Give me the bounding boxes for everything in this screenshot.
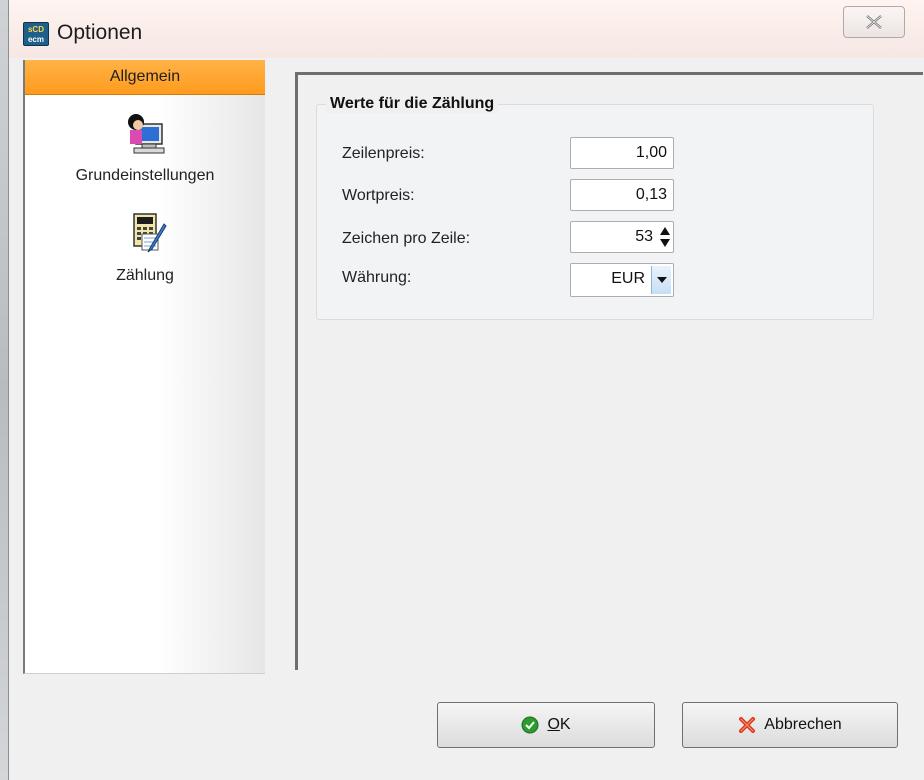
app-icon-text-top: sCD	[27, 25, 44, 34]
close-button[interactable]	[843, 6, 905, 38]
cancel-button[interactable]: Abbrechen	[682, 702, 898, 748]
ok-button[interactable]: OK	[437, 702, 655, 748]
nav-header-allgemein[interactable]: Allgemein	[25, 60, 265, 95]
options-dialog: sCD ecm Optionen Allgemein Grundeinstell…	[8, 0, 924, 780]
calculator-pen-icon	[133, 213, 167, 253]
waehrung-select[interactable]: EUR	[570, 263, 674, 297]
chevron-down-icon	[656, 277, 667, 283]
zeichen-value: 53	[635, 228, 653, 245]
wortpreis-input[interactable]: 0,13	[570, 179, 674, 211]
wortpreis-label: Wortpreis:	[342, 187, 415, 204]
nav-item-grundeinstellungen[interactable]: Grundeinstellungen	[25, 110, 265, 185]
ok-label-accelerator: O	[547, 716, 560, 733]
cancel-label: Abbrechen	[764, 716, 842, 733]
title-bar: sCD ecm Optionen	[9, 0, 924, 58]
zeichen-pro-zeile-stepper[interactable]: 53	[570, 221, 674, 253]
zeilenpreis-input[interactable]: 1,00	[570, 137, 674, 169]
ok-label: K	[559, 716, 571, 733]
background-strip	[0, 0, 8, 780]
dropdown-button[interactable]	[651, 266, 671, 294]
groupbox-title: Werte für die Zählung	[326, 95, 499, 113]
checkmark-icon	[521, 716, 539, 734]
zeichen-pro-zeile-label: Zeichen pro Zeile:	[342, 230, 471, 247]
nav-item-label: Grundeinstellungen	[75, 167, 215, 184]
wortpreis-value: 0,13	[635, 186, 667, 203]
window-title: Optionen	[57, 21, 143, 44]
spinner-arrows-icon[interactable]	[659, 225, 671, 249]
app-icon: sCD ecm	[23, 22, 49, 46]
nav-item-zaehlung[interactable]: Zählung	[25, 210, 265, 285]
zeilenpreis-value: 1,00	[635, 144, 667, 161]
user-computer-icon	[128, 114, 165, 154]
red-x-icon	[739, 717, 756, 733]
close-icon	[866, 15, 882, 29]
waehrung-label: Währung:	[342, 269, 412, 286]
waehrung-value: EUR	[611, 270, 645, 287]
nav-item-label: Zählung	[116, 267, 174, 284]
settings-panel: Werte für die Zählung Zeilenpreis: 1,00 …	[295, 72, 923, 670]
category-sidebar: Allgemein Grundeinstellungen Zählung	[23, 60, 265, 674]
zeilenpreis-label: Zeilenpreis:	[342, 145, 425, 162]
app-icon-text-bottom: ecm	[27, 35, 44, 44]
